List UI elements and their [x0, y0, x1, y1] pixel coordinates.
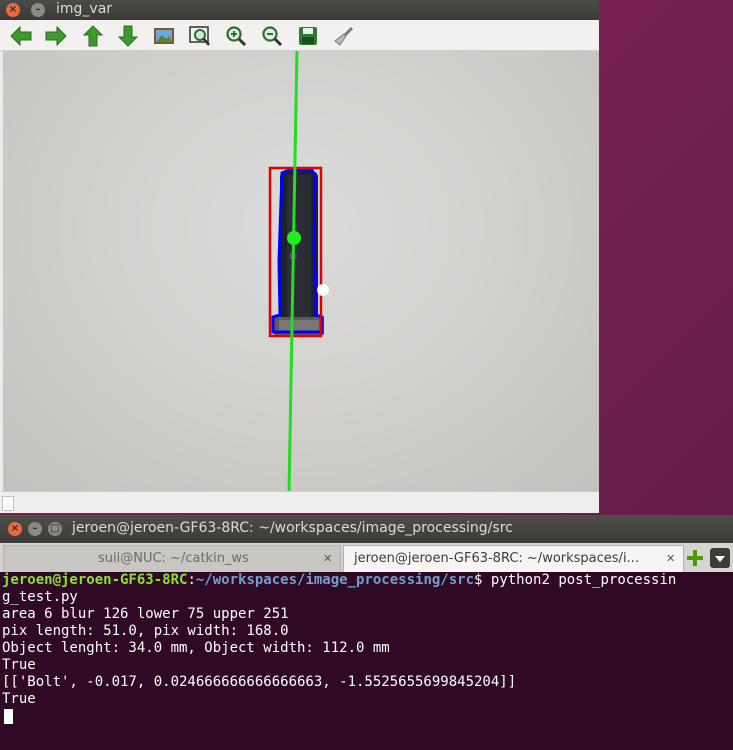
- prompt-user: jeroen@jeroen-GF63-8RC: [2, 572, 188, 588]
- edge-marker: [317, 284, 329, 296]
- arrow-down-icon[interactable]: [115, 23, 141, 49]
- output-line: area 6 blur 126 lower 75 upper 251: [2, 606, 289, 622]
- arrow-left-icon[interactable]: [8, 23, 34, 49]
- tab-catkin-ws[interactable]: suii@NUC: ~/catkin_ws ✕: [3, 545, 341, 572]
- brush-icon[interactable]: [331, 23, 357, 49]
- image-toolbar: [0, 20, 599, 51]
- new-tab-icon[interactable]: [686, 549, 704, 567]
- zoom-fit-icon[interactable]: [187, 23, 213, 49]
- image-statusbar: [0, 491, 599, 513]
- minimize-icon[interactable]: –: [31, 3, 45, 17]
- zoom-in-icon[interactable]: [223, 23, 249, 49]
- tab-image-processing[interactable]: jeroen@jeroen-GF63-8RC: ~/workspaces/i..…: [343, 545, 684, 572]
- command-text: python2 post_processin: [490, 572, 677, 588]
- maximize-icon[interactable]: □: [48, 522, 62, 536]
- close-icon[interactable]: ×: [8, 522, 22, 536]
- close-icon[interactable]: ×: [6, 3, 20, 17]
- terminal-titlebar[interactable]: × – □ jeroen@jeroen-GF63-8RC: ~/workspac…: [0, 515, 733, 543]
- terminal-output[interactable]: jeroen@jeroen-GF63-8RC:~/workspaces/imag…: [0, 572, 733, 750]
- tab-label: suii@NUC: ~/catkin_ws: [98, 551, 249, 566]
- terminal-title: jeroen@jeroen-GF63-8RC: ~/workspaces/ima…: [72, 520, 513, 536]
- tab-label: jeroen@jeroen-GF63-8RC: ~/workspaces/i..…: [354, 551, 639, 566]
- output-line: True: [2, 691, 36, 707]
- output-line: Object lenght: 34.0 mm, Object width: 11…: [2, 640, 390, 656]
- minimize-icon[interactable]: –: [28, 522, 42, 536]
- arrow-up-icon[interactable]: [80, 23, 106, 49]
- output-line: [['Bolt', -0.017, 0.024666666666666663, …: [2, 674, 517, 690]
- tab-menu-icon[interactable]: [710, 548, 730, 568]
- close-icon[interactable]: ✕: [666, 546, 675, 572]
- prompt-path: ~/workspaces/image_processing/src: [195, 572, 475, 588]
- prompt-symbol: $: [474, 572, 491, 588]
- image-window: × – img_var: [0, 0, 599, 513]
- prompt-separator: :: [187, 572, 196, 588]
- picture-icon[interactable]: [151, 23, 177, 49]
- command-line-wrap: g_test.py: [2, 589, 78, 605]
- image-display[interactable]: [3, 51, 599, 491]
- image-window-title: img_var: [56, 1, 113, 17]
- text-cursor: [4, 708, 13, 724]
- output-line: pix length: 51.0, pix width: 168.0: [2, 623, 289, 639]
- cursor-line: [0, 708, 733, 725]
- zoom-out-icon[interactable]: [259, 23, 285, 49]
- output-line: True: [2, 657, 36, 673]
- centroid-marker: [287, 231, 301, 245]
- arrow-right-icon[interactable]: [43, 23, 69, 49]
- command-line: jeroen@jeroen-GF63-8RC:~/workspaces/imag…: [0, 572, 733, 589]
- close-icon[interactable]: ✕: [323, 546, 332, 572]
- terminal-window: × – □ jeroen@jeroen-GF63-8RC: ~/workspac…: [0, 515, 733, 750]
- terminal-tab-bar: suii@NUC: ~/catkin_ws ✕ jeroen@jeroen-GF…: [0, 543, 733, 572]
- scrollbar[interactable]: [2, 496, 14, 511]
- image-window-titlebar[interactable]: × – img_var: [0, 0, 599, 20]
- save-icon[interactable]: [295, 23, 321, 49]
